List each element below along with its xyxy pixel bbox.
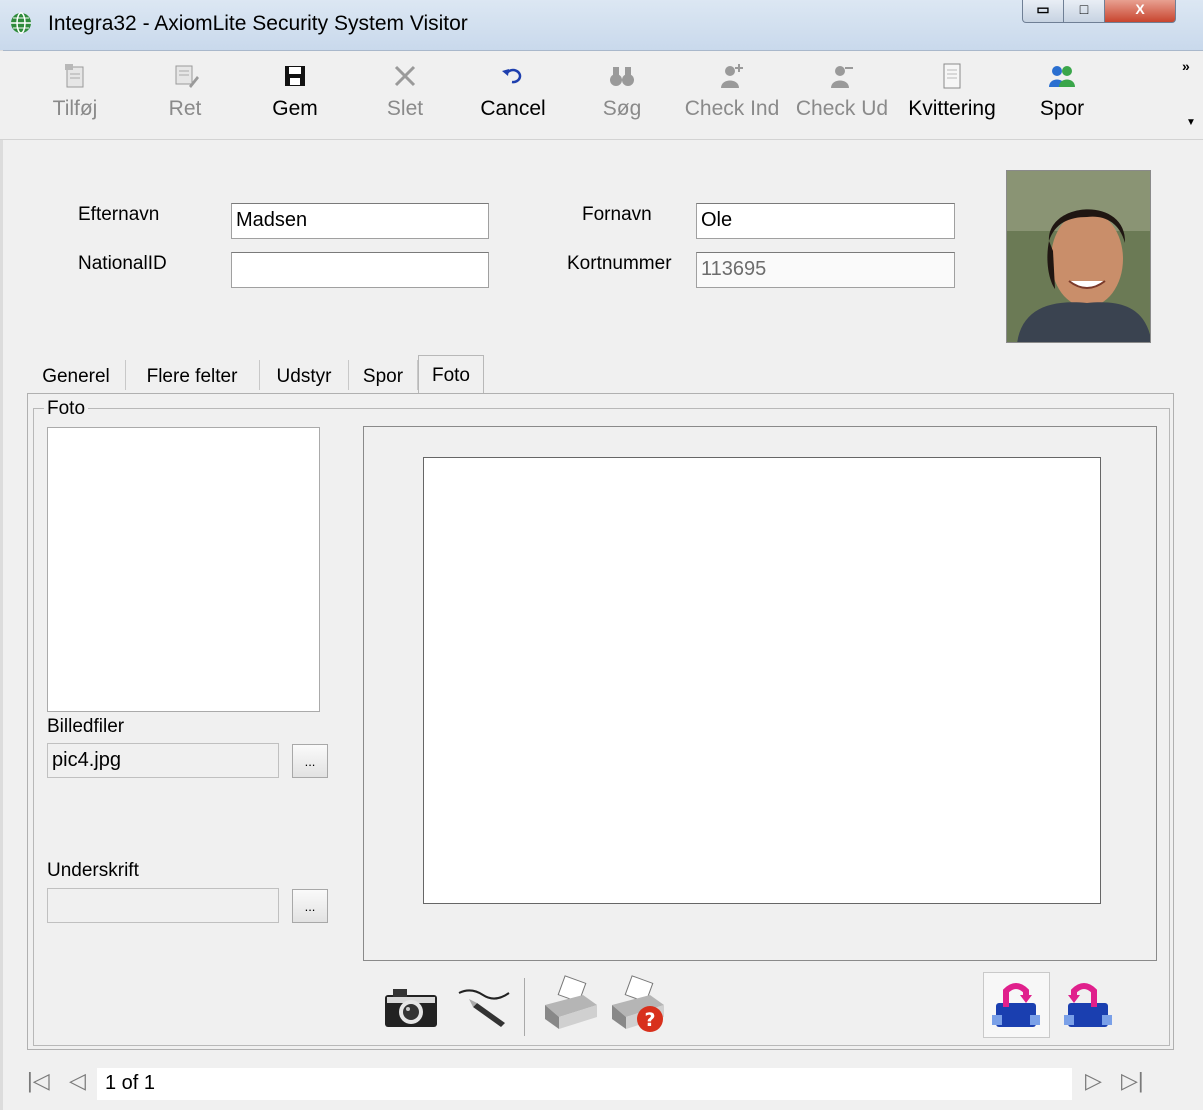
delete-label: Slet <box>386 97 424 120</box>
visitor-photo <box>1006 170 1151 343</box>
window-left-edge <box>0 50 3 1110</box>
add-label: Tilføj <box>52 97 98 120</box>
undo-arrow-icon <box>502 68 522 84</box>
image-canvas[interactable] <box>423 457 1101 904</box>
toolbar-overflow-button[interactable]: » <box>1182 58 1190 74</box>
nationalid-field[interactable] <box>231 252 489 288</box>
cancel-label: Cancel <box>480 97 546 120</box>
edit-label: Ret <box>168 97 202 120</box>
window-title: Integra32 - AxiomLite Security System Vi… <box>48 12 468 35</box>
prev-record-button[interactable]: ◁ <box>69 1068 86 1094</box>
last-record-button[interactable]: ▷| <box>1121 1068 1144 1094</box>
tab-separator <box>348 360 349 390</box>
toolbar: Tilføj Ret Gem Slet Cancel Søg Check Ind… <box>0 51 1203 140</box>
save-label: Gem <box>272 97 318 120</box>
edit-button[interactable]: Ret <box>130 51 240 139</box>
trace-button[interactable]: Spor <box>1007 51 1117 139</box>
fax-printer-icon[interactable] <box>541 975 599 1033</box>
maximize-button[interactable]: □ <box>1063 0 1105 23</box>
cardnumber-label: Kortnummer <box>567 253 672 274</box>
foto-group-title: Foto <box>44 398 89 420</box>
lastname-label: Efternavn <box>78 204 160 225</box>
binoculars-icon <box>610 67 634 86</box>
tool-separator <box>524 978 525 1036</box>
floppy-disk-icon <box>285 66 305 86</box>
delete-button[interactable]: Slet <box>350 51 460 139</box>
photo-preview-box <box>47 427 320 712</box>
import-icon <box>992 983 1040 1027</box>
people-icon <box>1049 66 1075 87</box>
record-navigator: |◁ ◁ 1 of 1 ▷ ▷| <box>27 1062 1174 1106</box>
cancel-button[interactable]: Cancel <box>458 51 568 139</box>
fax-help-icon[interactable]: ? <box>608 975 668 1035</box>
edit-icon <box>175 65 199 88</box>
cardnumber-field[interactable]: 113695 <box>696 252 955 288</box>
toolbar-dropdown-icon[interactable]: ▼ <box>1186 117 1196 128</box>
maximize-icon: □ <box>1079 1 1089 17</box>
person-check-in-icon <box>721 64 743 88</box>
lastname-field[interactable]: Madsen <box>231 203 489 239</box>
signature-pen-icon[interactable] <box>455 985 513 1029</box>
signature-label: Underskrift <box>47 860 139 881</box>
receipt-label: Kvittering <box>908 97 996 120</box>
record-position-field[interactable]: 1 of 1 <box>97 1068 1072 1100</box>
globe-icon <box>11 12 31 34</box>
tab-udstyr[interactable]: Udstyr <box>262 357 346 393</box>
svg-text:?: ? <box>644 1009 655 1031</box>
image-files-label: Billedfiler <box>47 716 125 737</box>
import-button[interactable] <box>983 972 1050 1038</box>
minimize-button[interactable]: ▭ <box>1022 0 1064 23</box>
delete-x-icon <box>394 65 416 87</box>
search-label: Søg <box>602 97 642 120</box>
check-in-button[interactable]: Check Ind <box>677 51 787 139</box>
browse-signature-button[interactable]: ... <box>292 889 328 923</box>
title-bar: Integra32 - AxiomLite Security System Vi… <box>0 0 1203 51</box>
tab-flere-felter[interactable]: Flere felter <box>128 357 256 393</box>
person-check-out-icon <box>831 66 853 88</box>
export-icon[interactable] <box>1060 977 1116 1033</box>
document-icon <box>943 63 961 89</box>
image-file-field[interactable]: pic4.jpg <box>47 743 279 778</box>
check-out-label: Check Ud <box>795 97 889 120</box>
add-button[interactable]: Tilføj <box>20 51 130 139</box>
check-in-label: Check Ind <box>684 97 780 120</box>
add-record-icon <box>65 64 84 88</box>
check-out-button[interactable]: Check Ud <box>787 51 897 139</box>
close-icon: X <box>1135 1 1145 17</box>
receipt-button[interactable]: Kvittering <box>897 51 1007 139</box>
search-button[interactable]: Søg <box>567 51 677 139</box>
camera-icon[interactable] <box>383 985 439 1029</box>
next-record-button[interactable]: ▷ <box>1085 1068 1102 1094</box>
tab-foto[interactable]: Foto <box>418 355 484 394</box>
close-button[interactable]: X <box>1104 0 1176 23</box>
tab-separator <box>125 360 126 390</box>
trace-label: Spor <box>1039 97 1085 120</box>
nationalid-label: NationalID <box>78 253 167 274</box>
signature-field[interactable] <box>47 888 279 923</box>
first-record-button[interactable]: |◁ <box>27 1068 50 1094</box>
tab-spor[interactable]: Spor <box>351 357 415 393</box>
tab-separator <box>259 360 260 390</box>
browse-image-button[interactable]: ... <box>292 744 328 778</box>
tab-generel[interactable]: Generel <box>30 357 122 393</box>
save-button[interactable]: Gem <box>240 51 350 139</box>
minimize-icon: ▭ <box>1036 1 1050 17</box>
firstname-field[interactable]: Ole <box>696 203 955 239</box>
firstname-label: Fornavn <box>582 204 652 225</box>
